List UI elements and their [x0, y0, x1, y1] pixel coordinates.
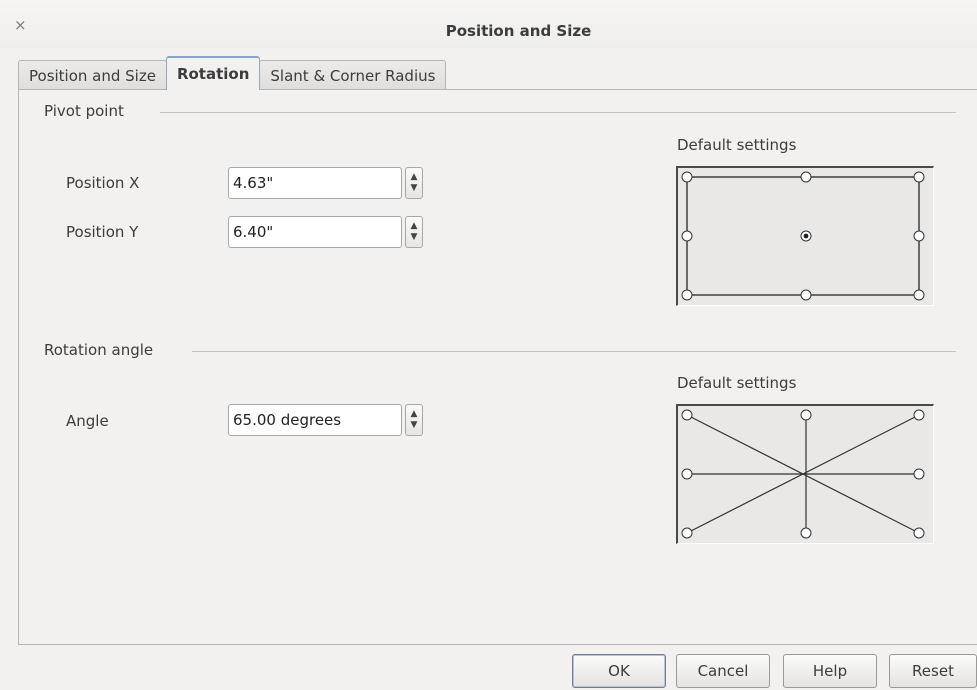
angle-225-option: [681, 527, 693, 539]
pivot-middle-left-option: [681, 230, 693, 242]
position-x-field[interactable]: [228, 167, 402, 199]
cancel-button[interactable]: Cancel: [676, 654, 770, 688]
position-y-label: Position Y: [66, 223, 139, 241]
pivot-default-settings-label: Default settings: [677, 136, 797, 154]
pivot-bottom-center-option: [800, 289, 812, 301]
spin-down-icon[interactable]: ▼: [411, 183, 418, 194]
pivot-middle-right-option: [913, 230, 925, 242]
position-y-input[interactable]: [229, 217, 401, 247]
pivot-point-heading: Pivot point: [44, 102, 124, 120]
reset-button[interactable]: Reset: [889, 654, 977, 688]
angle-input[interactable]: [229, 405, 401, 435]
title-bar: × Position and Size: [0, 0, 977, 48]
spin-down-icon[interactable]: ▼: [411, 420, 418, 431]
pivot-top-left-option: [681, 171, 693, 183]
tab-slant-corner-radius[interactable]: Slant & Corner Radius: [259, 60, 447, 90]
tab-rotation[interactable]: Rotation: [165, 56, 261, 90]
angle-0-option: [913, 468, 925, 480]
angle-270-option: [800, 527, 812, 539]
angle-45-option: [913, 409, 925, 421]
angle-label: Angle: [66, 412, 109, 430]
tab-position-and-size[interactable]: Position and Size: [18, 60, 167, 90]
spin-down-icon[interactable]: ▼: [411, 232, 418, 243]
rotation-angle-heading: Rotation angle: [44, 341, 154, 359]
spin-up-icon[interactable]: ▲: [411, 409, 418, 420]
position-x-spinner[interactable]: ▲ ▼: [405, 167, 423, 199]
pivot-selected-dot: [803, 233, 809, 239]
angle-spinner[interactable]: ▲ ▼: [405, 404, 423, 436]
rotation-angle-grid: [681, 409, 925, 539]
pivot-bottom-right-option: [913, 289, 925, 301]
angle-90-option: [800, 409, 812, 421]
angle-135-option: [681, 409, 693, 421]
pivot-point-divider: [160, 112, 956, 113]
spin-up-icon[interactable]: ▲: [411, 172, 418, 183]
position-y-field[interactable]: [228, 216, 402, 248]
help-button[interactable]: Help: [783, 654, 877, 688]
pivot-bottom-left-option: [681, 289, 693, 301]
rotation-default-settings-label: Default settings: [677, 374, 797, 392]
ok-button[interactable]: OK: [572, 654, 666, 688]
pivot-top-center-option: [800, 171, 812, 183]
angle-315-option: [913, 527, 925, 539]
position-x-label: Position X: [66, 174, 140, 192]
position-y-spinner[interactable]: ▲ ▼: [405, 216, 423, 248]
window-title: Position and Size: [445, 22, 592, 40]
pivot-point-grid: [681, 171, 925, 301]
pivot-top-right-option: [913, 171, 925, 183]
rotation-angle-divider: [192, 351, 956, 352]
angle-180-option: [681, 468, 693, 480]
position-x-input[interactable]: [229, 168, 401, 198]
rotation-angle-selector[interactable]: [676, 404, 934, 544]
spin-up-icon[interactable]: ▲: [411, 221, 418, 232]
tab-bar: Position and Size Rotation Slant & Corne…: [18, 56, 447, 90]
angle-field[interactable]: [228, 404, 402, 436]
pivot-point-selector[interactable]: [676, 166, 934, 306]
